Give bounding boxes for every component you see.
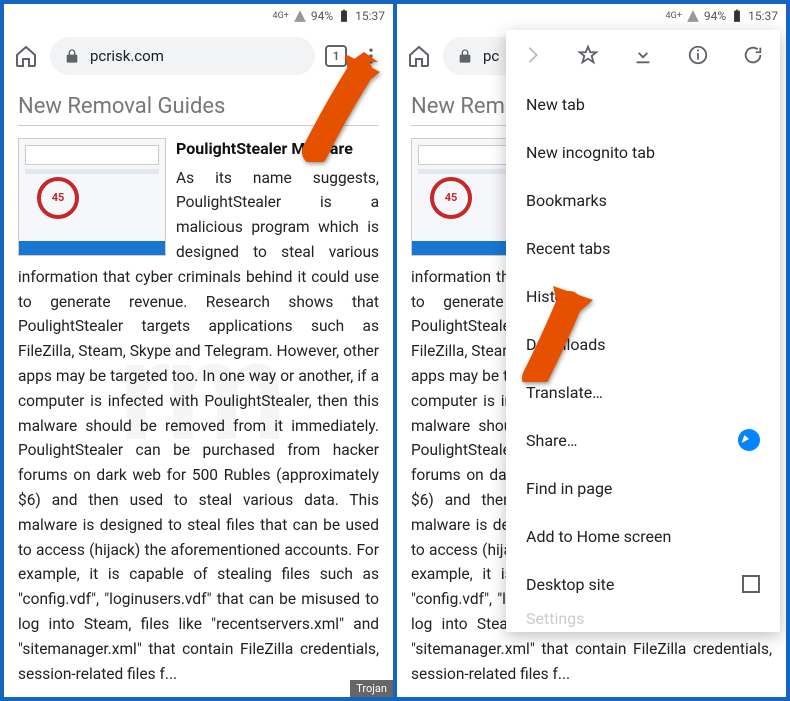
url-text: pcrisk.com bbox=[90, 47, 164, 65]
status-bar: 4G+ 94% 15:37 bbox=[4, 4, 393, 28]
category-tag[interactable]: Trojan bbox=[350, 680, 393, 697]
clock: 15:37 bbox=[355, 9, 385, 23]
network-label: 4G+ bbox=[666, 11, 682, 21]
browser-toolbar: pcrisk.com 1 bbox=[4, 28, 393, 84]
menu-item-add-home[interactable]: Add to Home screen bbox=[506, 512, 780, 560]
menu-item-settings[interactable]: Settings bbox=[506, 608, 780, 628]
bookmark-star-button[interactable] bbox=[574, 41, 602, 69]
article-thumbnail[interactable]: 45 bbox=[18, 138, 166, 256]
menu-item-new-incognito[interactable]: New incognito tab bbox=[506, 128, 780, 176]
page-content: rm New Removal Guides 45 PoulightStealer… bbox=[4, 84, 393, 697]
screen-right: 4G+ 94% 15:37 pc rm New Removal Guides 4… bbox=[397, 4, 786, 697]
more-menu-button[interactable] bbox=[357, 42, 385, 70]
section-title: New Removal Guides bbox=[18, 94, 379, 126]
home-button[interactable] bbox=[405, 42, 433, 70]
lock-icon bbox=[64, 48, 80, 64]
article: 45 PoulightStealer Malware As its name s… bbox=[18, 136, 379, 686]
info-button[interactable] bbox=[684, 41, 712, 69]
menu-item-translate[interactable]: Translate… bbox=[506, 368, 780, 416]
reload-button[interactable] bbox=[739, 41, 767, 69]
menu-item-share[interactable]: Share… bbox=[506, 416, 780, 464]
battery-pct: 94% bbox=[704, 9, 726, 23]
signal-icon bbox=[686, 9, 700, 23]
menu-item-desktop-site[interactable]: Desktop site bbox=[506, 560, 780, 608]
forward-button[interactable] bbox=[519, 41, 547, 69]
menu-item-history[interactable]: History bbox=[506, 272, 780, 320]
menu-item-downloads[interactable]: Downloads bbox=[506, 320, 780, 368]
url-bar[interactable]: pcrisk.com bbox=[50, 37, 315, 75]
screen-left: 4G+ 94% 15:37 pcrisk.com 1 rm New Remova… bbox=[4, 4, 393, 697]
home-button[interactable] bbox=[12, 42, 40, 70]
status-bar: 4G+ 94% 15:37 bbox=[397, 4, 786, 28]
tab-switcher[interactable]: 1 bbox=[325, 45, 347, 67]
url-text: pc bbox=[483, 47, 499, 65]
menu-top-actions bbox=[506, 30, 780, 80]
clock: 15:37 bbox=[748, 9, 778, 23]
menu-item-new-tab[interactable]: New tab bbox=[506, 80, 780, 128]
battery-pct: 94% bbox=[311, 9, 333, 23]
desktop-site-checkbox[interactable] bbox=[742, 575, 760, 593]
signal-icon bbox=[293, 9, 307, 23]
menu-item-find[interactable]: Find in page bbox=[506, 464, 780, 512]
battery-icon bbox=[337, 9, 351, 23]
messenger-icon bbox=[738, 429, 760, 451]
lock-icon bbox=[457, 48, 473, 64]
overflow-menu: New tab New incognito tab Bookmarks Rece… bbox=[506, 30, 780, 632]
menu-item-recent-tabs[interactable]: Recent tabs bbox=[506, 224, 780, 272]
network-label: 4G+ bbox=[273, 11, 289, 21]
menu-item-bookmarks[interactable]: Bookmarks bbox=[506, 176, 780, 224]
battery-icon bbox=[730, 9, 744, 23]
download-button[interactable] bbox=[629, 41, 657, 69]
